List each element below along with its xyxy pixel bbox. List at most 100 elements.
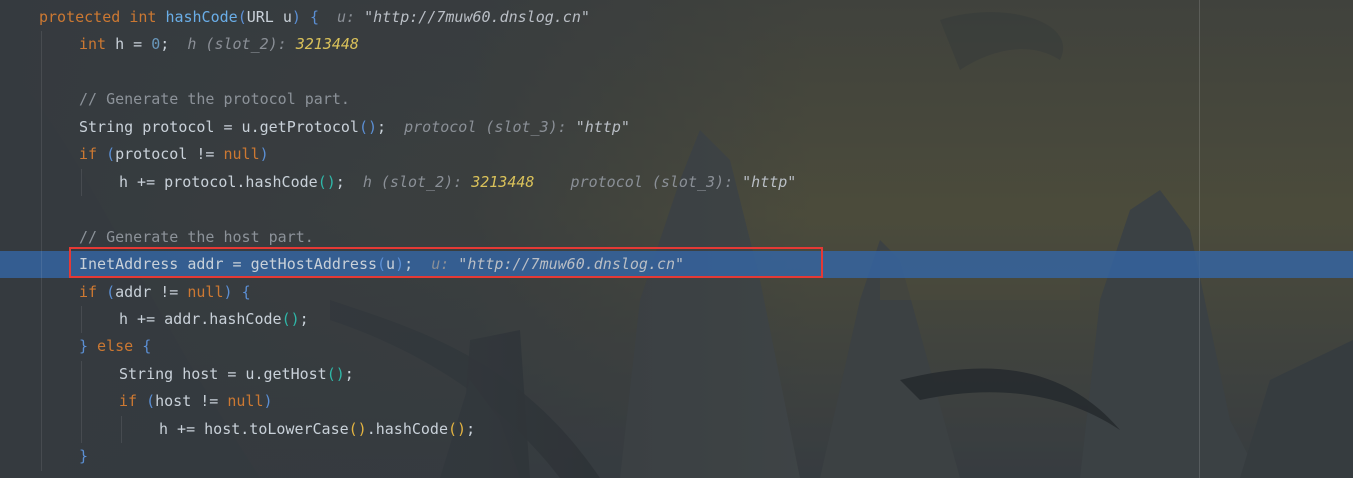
code-token: ;: [466, 419, 476, 438]
code-line[interactable]: } else {: [0, 333, 1353, 360]
code-token: ): [291, 8, 301, 26]
code-token: (): [281, 309, 300, 328]
code-token: protected: [39, 8, 130, 26]
code-text: String protocol = u.getProtocol(); proto…: [79, 114, 630, 141]
code-line[interactable]: h += host.toLowerCase().hashCode();: [0, 416, 1353, 443]
code-line[interactable]: [0, 59, 1353, 86]
code-token: int: [79, 35, 116, 54]
code-token: int: [129, 8, 166, 26]
code-token: // Generate the host part.: [79, 227, 314, 246]
code-text: int h = 0; h (slot_2): 3213448: [79, 31, 359, 58]
code-token: }: [79, 447, 89, 466]
inline-debug-value: h (slot_2):: [362, 172, 472, 191]
code-token: (: [106, 282, 116, 301]
inline-debug-value: u:: [337, 8, 365, 26]
inline-debug-value: 3213448: [295, 35, 359, 54]
code-token: }: [79, 337, 89, 356]
code-token: if: [119, 392, 147, 411]
code-token: addr !=: [115, 282, 188, 301]
code-token: (): [326, 364, 345, 383]
code-line[interactable]: [0, 196, 1353, 223]
code-token: null: [187, 282, 224, 301]
code-token: ;: [377, 117, 387, 136]
indent-guide: [81, 360, 82, 444]
code-text: if (host != null): [119, 388, 273, 415]
code-token: ;: [335, 172, 345, 191]
code-token: URL u: [246, 8, 292, 26]
indent-guide: [81, 305, 82, 334]
code-token: ): [223, 282, 233, 301]
code-token: (): [448, 419, 467, 438]
code-text: if (protocol != null): [79, 141, 269, 168]
code-token: host !=: [155, 392, 228, 411]
code-text: String host = u.getHost();: [119, 361, 354, 388]
code-text: // Generate the protocol part.: [79, 86, 350, 113]
code-token: h += addr.hashCode: [119, 309, 282, 328]
code-token: hashCode: [165, 8, 238, 26]
code-token: String host = u.getHost: [119, 364, 327, 383]
code-line[interactable]: if (host != null): [0, 388, 1353, 415]
code-line[interactable]: String protocol = u.getProtocol(); proto…: [0, 114, 1353, 141]
code-token: .hashCode: [366, 419, 448, 438]
code-line[interactable]: if (protocol != null): [0, 141, 1353, 168]
code-token: (: [146, 392, 156, 411]
code-line[interactable]: protected int hashCode(URL u) { u: "http…: [0, 4, 1353, 31]
code-line[interactable]: h += addr.hashCode();: [0, 306, 1353, 333]
code-token: (): [348, 419, 367, 438]
inline-debug-value: "http": [575, 117, 630, 136]
code-token: ): [263, 392, 273, 411]
code-line[interactable]: if (addr != null) {: [0, 279, 1353, 306]
code-token: null: [223, 145, 260, 164]
code-token: ;: [160, 35, 170, 54]
code-text: h += protocol.hashCode(); h (slot_2): 32…: [119, 169, 796, 196]
code-token: h += host.toLowerCase: [159, 419, 349, 438]
code-text: h += addr.hashCode();: [119, 306, 309, 333]
code-line[interactable]: h += protocol.hashCode(); h (slot_2): 32…: [0, 169, 1353, 196]
indent-guide: [121, 415, 122, 444]
code-line[interactable]: int h = 0; h (slot_2): 3213448: [0, 31, 1353, 58]
code-token: h += protocol.hashCode: [119, 172, 318, 191]
code-text: } else {: [79, 333, 151, 360]
highlight-box: [69, 247, 823, 278]
indent-guide: [81, 168, 82, 197]
hint-gap: [169, 35, 187, 53]
inline-debug-value: h (slot_2):: [187, 35, 296, 54]
hint-gap: [345, 173, 363, 191]
hint-gap: [386, 118, 404, 136]
code-line[interactable]: }: [0, 443, 1353, 470]
indent-guide: [41, 31, 42, 471]
code-text: }: [79, 443, 88, 470]
code-text: if (addr != null) {: [79, 279, 251, 306]
code-token: null: [227, 392, 264, 411]
code-token: (): [317, 172, 336, 191]
code-line[interactable]: // Generate the protocol part.: [0, 86, 1353, 113]
code-token: else: [88, 337, 143, 356]
inline-debug-value: protocol (slot_3):: [534, 172, 743, 191]
code-editor[interactable]: protected int hashCode(URL u) { u: "http…: [0, 0, 1353, 478]
hint-gap: [319, 8, 337, 26]
inline-debug-value: "http://7muw60.dnslog.cn": [364, 8, 590, 26]
code-token: (: [106, 145, 116, 164]
code-token: ;: [344, 364, 354, 383]
code-token: {: [241, 282, 251, 301]
code-token: ): [259, 145, 269, 164]
inline-debug-value: protocol (slot_3):: [404, 117, 576, 136]
code-token: protocol !=: [115, 145, 224, 164]
code-token: (): [358, 117, 378, 136]
code-line[interactable]: String host = u.getHost();: [0, 361, 1353, 388]
inline-debug-value: "http": [742, 172, 797, 191]
code-token: 0: [151, 35, 161, 54]
code-token: {: [309, 8, 319, 26]
code-token: if: [79, 145, 107, 164]
code-text: h += host.toLowerCase().hashCode();: [159, 416, 475, 443]
code-token: h =: [115, 35, 152, 54]
code-token: String protocol = u.getProtocol: [79, 117, 359, 136]
inline-debug-value: 3213448: [471, 172, 535, 191]
code-text: protected int hashCode(URL u) { u: "http…: [39, 4, 590, 31]
code-token: if: [79, 282, 107, 301]
code-token: // Generate the protocol part.: [79, 90, 350, 109]
code-token: ;: [299, 309, 309, 328]
code-token: (: [237, 8, 247, 26]
